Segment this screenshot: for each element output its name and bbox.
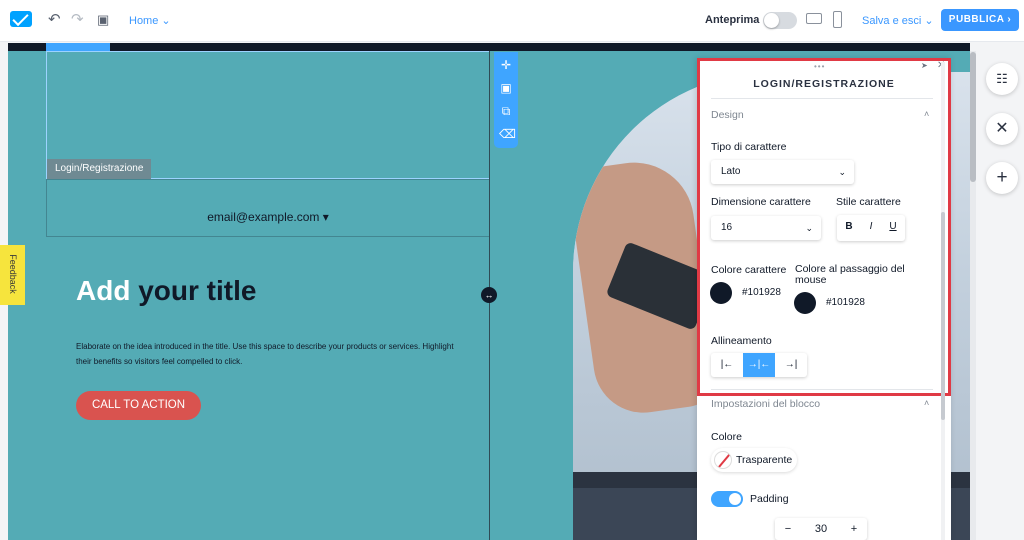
chevron-up-icon[interactable]: ˄ xyxy=(924,109,929,119)
font-type-select[interactable]: Lato ⌄ xyxy=(711,160,854,184)
hover-color-label: Colore al passaggio del mouse xyxy=(795,263,905,286)
divider xyxy=(711,98,933,99)
hover-color-input[interactable]: #101928 xyxy=(821,292,870,314)
desktop-view-icon[interactable] xyxy=(806,13,822,24)
block-tools: ✛ ▣ ⧉ ⌫ xyxy=(494,52,518,148)
bold-button[interactable]: B xyxy=(842,221,856,232)
undo-icon[interactable]: ↶ xyxy=(48,12,61,28)
save-block-icon[interactable]: ▣ xyxy=(499,81,513,95)
background-color-picker[interactable]: Trasparente xyxy=(711,448,797,472)
color-label: Colore xyxy=(711,431,742,443)
duplicate-icon[interactable]: ⧉ xyxy=(499,104,513,118)
preview-toggle[interactable] xyxy=(763,12,797,29)
no-color-icon xyxy=(714,451,732,469)
font-type-label: Tipo di carattere xyxy=(711,141,787,153)
font-color-input[interactable]: #101928 xyxy=(737,282,786,304)
plus-icon[interactable]: + xyxy=(847,518,861,540)
hover-color-swatch[interactable] xyxy=(794,292,816,314)
align-center-icon[interactable]: →|← xyxy=(743,353,775,377)
save-exit-button[interactable]: Salva e esci ⌄ xyxy=(862,14,934,27)
sitemap-icon[interactable]: ☷ xyxy=(986,63,1018,95)
publish-button[interactable]: PUBBLICA › xyxy=(941,9,1019,31)
mail-logo-icon[interactable] xyxy=(10,11,32,27)
font-color-label: Colore carattere xyxy=(711,264,787,276)
selected-block-tab[interactable] xyxy=(46,43,110,51)
add-icon[interactable]: + xyxy=(986,162,1018,194)
cta-button[interactable]: CALL TO ACTION xyxy=(76,391,201,420)
padding-stepper[interactable]: − 30 + xyxy=(775,518,867,540)
padding-value[interactable]: 30 xyxy=(805,518,837,540)
font-style-group: B I U xyxy=(837,215,905,241)
header-strip xyxy=(8,43,970,51)
minus-icon[interactable]: − xyxy=(781,518,795,540)
panel-scrollbar-thumb[interactable] xyxy=(941,212,945,420)
chevron-down-icon: ⌄ xyxy=(838,167,846,177)
move-icon[interactable]: ✛ xyxy=(499,58,513,72)
block-settings-header[interactable]: Impostazioni del blocco xyxy=(711,398,820,410)
font-size-label: Dimensione carattere xyxy=(711,196,811,208)
divider xyxy=(711,389,933,390)
design-section-header[interactable]: Design xyxy=(711,109,744,121)
block-tag[interactable]: Login/Registrazione xyxy=(47,159,152,179)
chevron-down-icon: ⌄ xyxy=(805,223,813,233)
font-style-label: Stile carattere xyxy=(836,196,901,208)
chevron-down-icon: ⌄ xyxy=(161,15,171,27)
preview-label: Anteprima xyxy=(705,14,760,26)
chevron-down-icon: ⌄ xyxy=(924,15,934,27)
email-dropdown[interactable]: email@example.com ▾ xyxy=(47,210,489,224)
settings-panel: ••• ➤ ✕ LOGIN/REGISTRAZIONE Design ˄ Tip… xyxy=(697,58,951,540)
chevron-down-icon: ▾ xyxy=(322,210,329,224)
top-toolbar: ↶ ↷ ▣ Home ⌄ Anteprima Salva e esci ⌄ PU… xyxy=(0,0,1024,42)
underline-button[interactable]: U xyxy=(886,221,900,232)
align-left-icon[interactable]: |← xyxy=(711,353,743,377)
save-icon[interactable]: ▣ xyxy=(97,12,109,28)
alignment-group: |← →|← →| xyxy=(711,353,807,377)
padding-toggle[interactable] xyxy=(711,491,743,507)
pin-icon[interactable]: ➤ xyxy=(921,61,928,70)
page-selector[interactable]: Home ⌄ xyxy=(129,14,171,27)
panel-title: LOGIN/REGISTRAZIONE xyxy=(753,78,895,90)
font-color-swatch[interactable] xyxy=(710,282,732,304)
resize-handle-icon[interactable]: ↔ xyxy=(481,287,497,303)
page-title[interactable]: Add your title xyxy=(76,275,256,307)
login-block[interactable]: email@example.com ▾ xyxy=(46,179,490,237)
redo-icon[interactable]: ↷ xyxy=(71,12,84,28)
italic-button[interactable]: I xyxy=(864,221,878,232)
alignment-label: Allineamento xyxy=(711,335,772,347)
trash-icon[interactable]: ⌫ xyxy=(499,127,516,141)
padding-label: Padding xyxy=(750,493,789,505)
feedback-tab[interactable]: Feedback xyxy=(0,245,25,305)
drag-handle-icon[interactable]: ••• xyxy=(814,62,825,71)
canvas-scrollbar-thumb[interactable] xyxy=(970,52,976,182)
font-size-select[interactable]: 16 ⌄ xyxy=(711,216,821,240)
close-icon[interactable]: ✕ xyxy=(986,113,1018,145)
align-right-icon[interactable]: →| xyxy=(775,353,807,377)
chevron-up-icon[interactable]: ˄ xyxy=(924,398,929,408)
body-text[interactable]: Elaborate on the idea introduced in the … xyxy=(76,339,466,369)
mobile-view-icon[interactable] xyxy=(833,11,842,28)
